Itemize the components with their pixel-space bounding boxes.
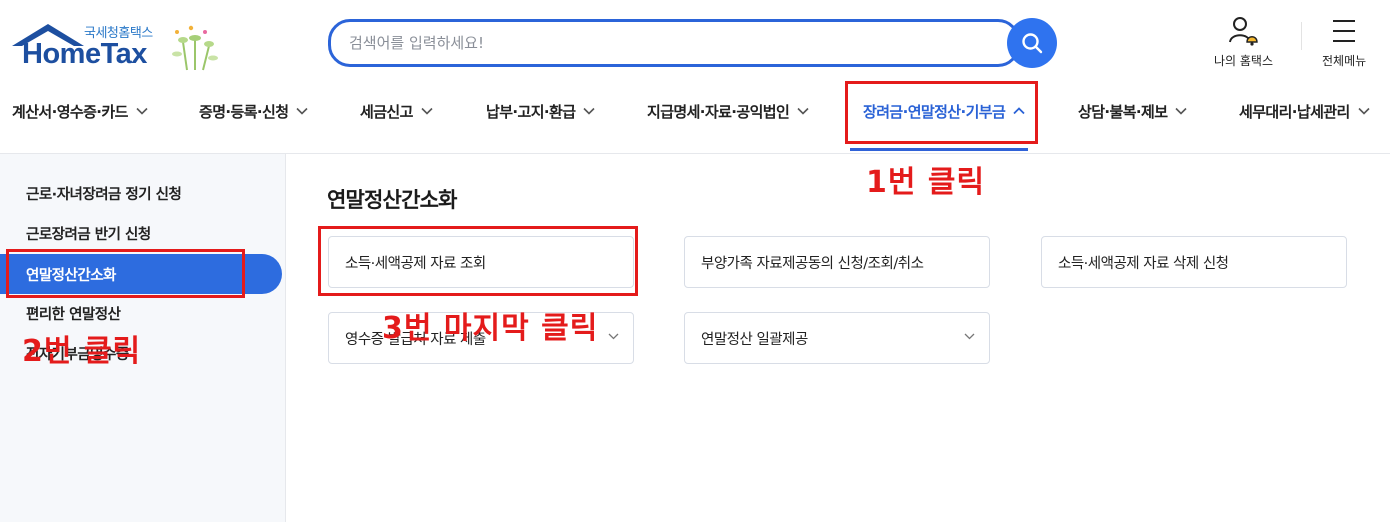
nav-item-label: 세금신고 bbox=[360, 102, 413, 121]
chevron-down-icon bbox=[1358, 107, 1370, 115]
card-label: 소득·세액공제 자료 삭제 신청 bbox=[1058, 255, 1229, 272]
plant-icon bbox=[172, 25, 218, 71]
chevron-down-icon bbox=[136, 107, 148, 115]
all-menu-button[interactable]: 전체메뉴 bbox=[1322, 14, 1366, 69]
all-menu-label: 전체메뉴 bbox=[1322, 54, 1367, 68]
top-navigation: 계산서·영수증·카드 증명·등록·신청 세금신고 납부·고지·환급 지급명세·자… bbox=[0, 86, 1390, 136]
annotation-step1: 1번 클릭 bbox=[866, 165, 986, 200]
chevron-down-icon bbox=[964, 333, 975, 340]
sidebar-item-label: 편리한 연말정산 bbox=[26, 306, 121, 323]
card-label: 부양가족 자료제공동의 신청/조회/취소 bbox=[701, 255, 924, 272]
nav-item-label: 장려금·연말정산·기부금 bbox=[863, 102, 1006, 121]
chevron-down-icon bbox=[296, 107, 308, 115]
nav-item-tax-agent[interactable]: 세무대리·납세관리 bbox=[1239, 86, 1370, 136]
nav-item-consulting[interactable]: 상담·불복·제보 bbox=[1078, 86, 1187, 136]
chevron-down-icon bbox=[608, 333, 619, 340]
active-nav-underline bbox=[850, 148, 1028, 151]
search-box[interactable] bbox=[328, 19, 1020, 67]
card-receipt-issuer-submission[interactable]: 영수증 발급처 자료 제출 bbox=[328, 312, 634, 364]
card-label: 연말정산 일괄제공 bbox=[701, 331, 808, 348]
nav-item-certificate[interactable]: 증명·등록·신청 bbox=[199, 86, 308, 136]
nav-item-label: 세무대리·납세관리 bbox=[1239, 102, 1350, 121]
nav-item-label: 증명·등록·신청 bbox=[199, 102, 289, 121]
my-hometax-button[interactable]: 나의 홈택스 bbox=[1214, 14, 1273, 69]
util-divider bbox=[1301, 22, 1302, 50]
sidebar-item-half-year-incentive[interactable]: 근로장려금 반기 신청 bbox=[0, 213, 282, 253]
nav-item-label: 계산서·영수증·카드 bbox=[12, 102, 128, 121]
logo-main-label: HomeTax bbox=[22, 38, 147, 70]
nav-item-payment-statement[interactable]: 지급명세·자료·공익법인 bbox=[647, 86, 809, 136]
my-hometax-label: 나의 홈택스 bbox=[1214, 54, 1274, 68]
nav-item-tax-return[interactable]: 세금신고 bbox=[360, 86, 433, 136]
chevron-up-icon bbox=[1013, 107, 1025, 115]
chevron-down-icon bbox=[421, 107, 433, 115]
card-deduction-data-inquiry[interactable]: 소득·세액공제 자료 조회 bbox=[328, 236, 634, 288]
sidebar-item-label: 전자기부금영수증 bbox=[26, 346, 129, 363]
nav-item-incentive-yearend[interactable]: 장려금·연말정산·기부금 bbox=[863, 86, 1025, 136]
hometax-logo[interactable]: 국세청홈택스 HomeTax bbox=[10, 18, 230, 74]
sidebar-item-regular-incentive[interactable]: 근로·자녀장려금 정기 신청 bbox=[0, 173, 282, 213]
nav-item-label: 납부·고지·환급 bbox=[486, 102, 576, 121]
card-dependent-consent[interactable]: 부양가족 자료제공동의 신청/조회/취소 bbox=[684, 236, 990, 288]
hamburger-menu-icon bbox=[1333, 20, 1356, 42]
nav-item-label: 상담·불복·제보 bbox=[1078, 102, 1168, 121]
user-bell-icon bbox=[1228, 17, 1258, 46]
card-deduction-data-deletion[interactable]: 소득·세액공제 자료 삭제 신청 bbox=[1041, 236, 1347, 288]
nav-item-payment[interactable]: 납부·고지·환급 bbox=[486, 86, 595, 136]
sidebar-item-donation-receipt[interactable]: 전자기부금영수증 bbox=[0, 333, 282, 373]
search-button[interactable] bbox=[1007, 18, 1057, 68]
chevron-down-icon bbox=[1175, 107, 1187, 115]
search-icon bbox=[1022, 33, 1043, 54]
card-label: 영수증 발급처 자료 제출 bbox=[345, 331, 486, 348]
chevron-down-icon bbox=[583, 107, 595, 115]
card-label: 소득·세액공제 자료 조회 bbox=[345, 255, 486, 272]
sidebar: 근로·자녀장려금 정기 신청 근로장려금 반기 신청 연말정산간소화 편리한 연… bbox=[0, 154, 286, 522]
nav-item-label: 지급명세·자료·공익법인 bbox=[647, 102, 790, 121]
card-yearend-bulk-provision[interactable]: 연말정산 일괄제공 bbox=[684, 312, 990, 364]
search-input[interactable] bbox=[349, 30, 989, 56]
nav-item-invoice[interactable]: 계산서·영수증·카드 bbox=[12, 86, 148, 136]
chevron-down-icon bbox=[797, 107, 809, 115]
sidebar-item-yearend-simplified[interactable]: 연말정산간소화 bbox=[0, 254, 282, 294]
sidebar-item-label: 근로·자녀장려금 정기 신청 bbox=[26, 186, 182, 203]
sidebar-item-easy-yearend[interactable]: 편리한 연말정산 bbox=[0, 293, 282, 333]
sidebar-item-label: 근로장려금 반기 신청 bbox=[26, 226, 151, 243]
sidebar-item-label: 연말정산간소화 bbox=[26, 267, 116, 284]
page-title: 연말정산간소화 bbox=[327, 188, 457, 212]
